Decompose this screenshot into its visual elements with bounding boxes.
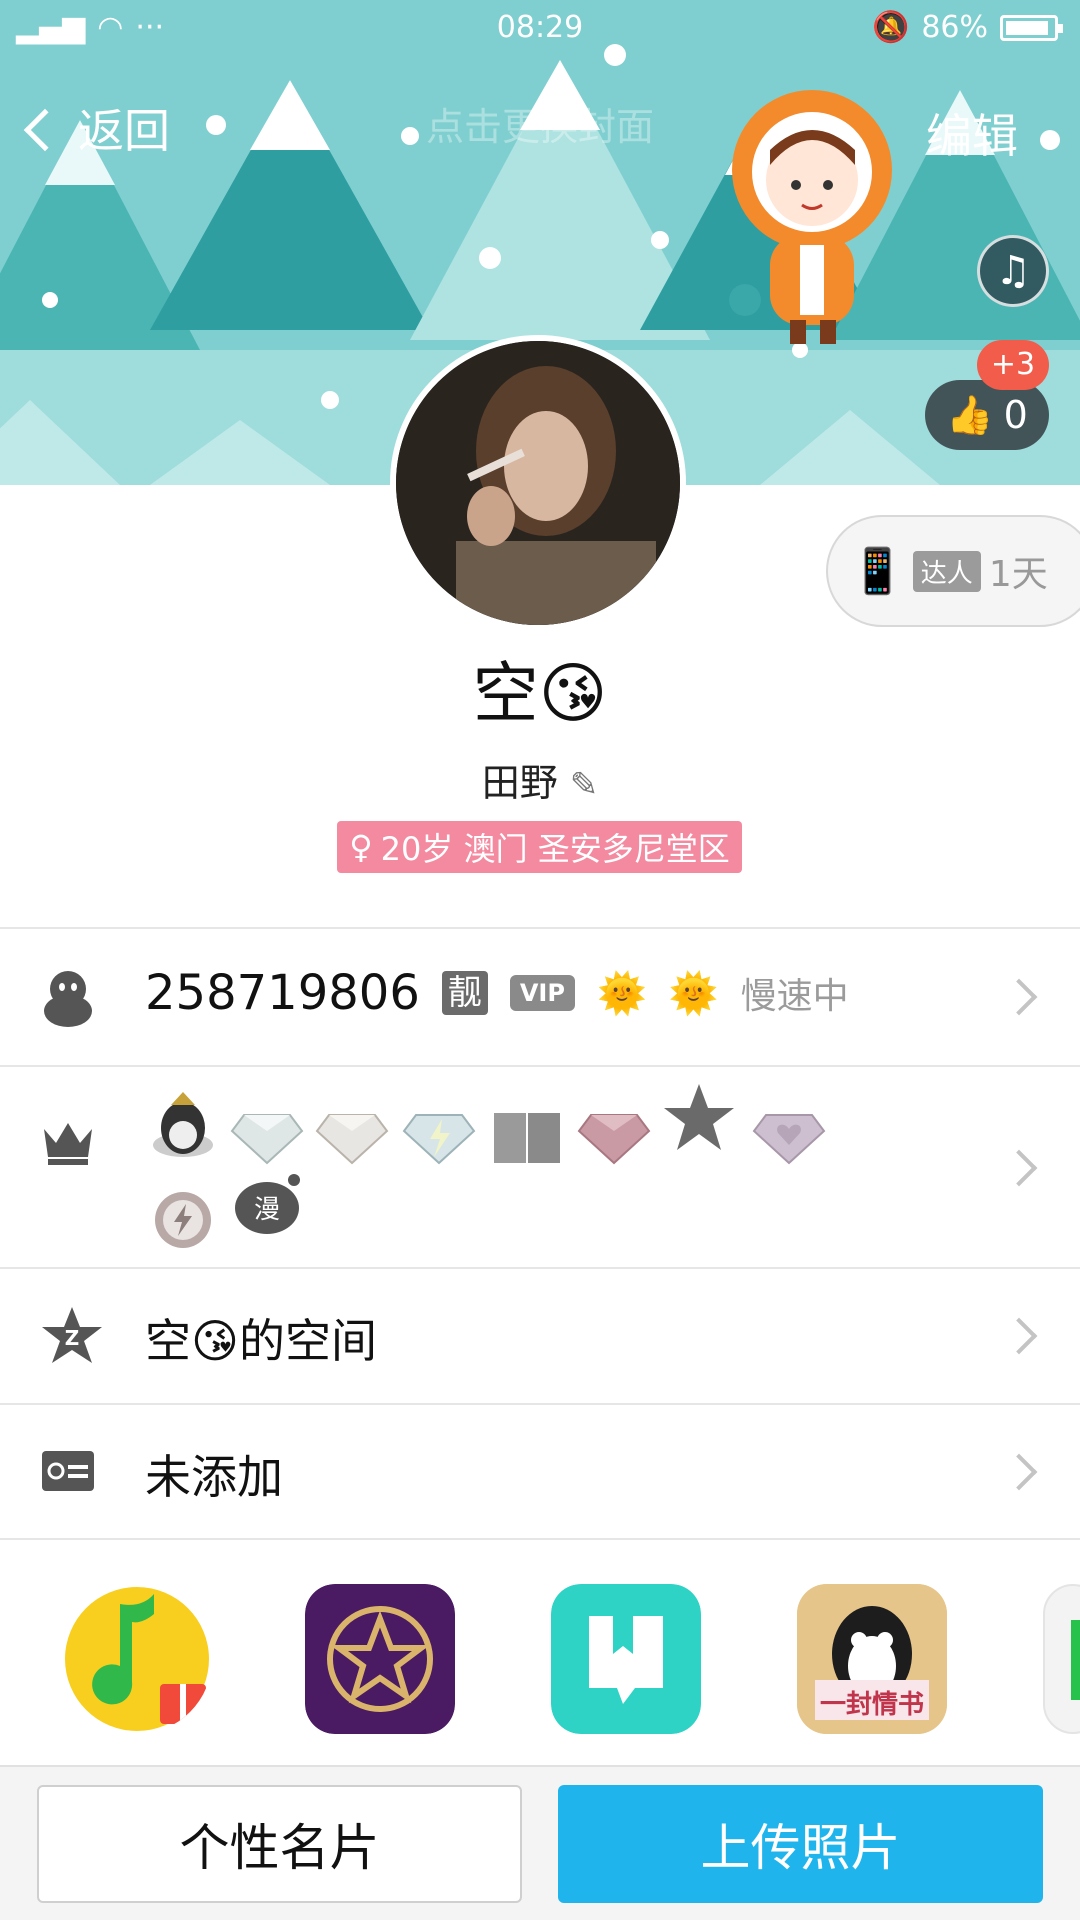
back-button[interactable]: 返回 <box>23 95 170 161</box>
lightning-diamond-badge-icon <box>402 1114 476 1165</box>
diamond-badge-icon <box>315 1114 389 1165</box>
remark-name[interactable]: 田野 ✎ <box>0 752 1080 807</box>
back-chevron-icon <box>23 108 67 152</box>
qq-penguin-badge-icon <box>153 1092 213 1157</box>
like-count: 0 <box>1003 393 1028 437</box>
battery-icon <box>1000 14 1063 41</box>
status-icons-right: 🔕 86% <box>871 10 1063 45</box>
remark-text: 田野 <box>481 761 558 805</box>
star-app-icon[interactable] <box>305 1584 455 1734</box>
qzone-row[interactable]: Z 空😘的空间 <box>0 1269 1080 1403</box>
talent-tag: 达人 <box>912 550 981 592</box>
gender-female-icon: ♀ <box>349 828 373 866</box>
upload-photo-button[interactable]: 上传照片 <box>558 1785 1043 1903</box>
card-label: 未添加 <box>145 1450 283 1504</box>
lightning-headphone-badge-icon <box>155 1192 211 1248</box>
pink-diamond-badge-icon <box>577 1114 651 1165</box>
like-increment-badge: +3 <box>977 340 1049 390</box>
love-letter-label: 一封情书 <box>819 1690 924 1720</box>
crown-icon <box>44 1123 92 1165</box>
edit-button[interactable]: 编辑 <box>926 100 1018 166</box>
qzone-star-icon: Z <box>42 1307 102 1363</box>
chevron-right-icon <box>1000 978 1038 1016</box>
reader-app-icon[interactable] <box>551 1584 701 1734</box>
speed-status: 慢速中 <box>740 976 849 1017</box>
sun-level-icon: 🌞 <box>668 970 719 1017</box>
avatar-photo <box>396 341 680 625</box>
star-badge-icon <box>664 1084 734 1150</box>
qq-number: 258719806 <box>145 965 420 1021</box>
qq-row-content: 258719806 靓 VIP 🌞 🌞 慢速中 <box>145 965 849 1021</box>
chevron-right-icon <box>1000 1453 1038 1491</box>
bottom-action-bar: 个性名片 上传照片 <box>0 1765 1080 1920</box>
edit-pencil-icon[interactable]: ✎ <box>570 765 599 805</box>
svg-text:漫: 漫 <box>254 1195 280 1225</box>
qq-music-app-icon[interactable] <box>62 1584 212 1734</box>
thumbs-up-icon: 👍 <box>946 392 994 437</box>
winged-phone-icon: 📱 <box>850 546 905 597</box>
manga-badge-icon: 漫 <box>235 1174 300 1234</box>
card-row[interactable]: 未添加 <box>0 1405 1080 1538</box>
profile-info-badge: ♀ 20岁 澳门 圣安多尼堂区 <box>337 821 742 873</box>
partial-app-icon[interactable] <box>1043 1584 1080 1734</box>
app-strip: 一封情书 <box>0 1540 1080 1765</box>
battery-percent: 86% <box>921 10 988 45</box>
qzone-label: 空😘的空间 <box>145 1314 377 1368</box>
id-card-icon <box>42 1451 94 1491</box>
status-bar: ▂▄▆ ◠ ··· 08:29 🔕 86% <box>0 0 1080 60</box>
nickname: 空😘 <box>472 655 608 732</box>
love-letter-app-icon[interactable]: 一封情书 <box>797 1584 947 1734</box>
profile-info-text: 20岁 澳门 圣安多尼堂区 <box>380 830 730 868</box>
purple-diamond-badge-icon <box>752 1114 826 1165</box>
chevron-right-icon <box>1000 1149 1038 1187</box>
talent-badge[interactable]: 📱 达人 1天 <box>826 515 1080 627</box>
talent-days: 1天 <box>988 554 1048 595</box>
vip-badge: VIP <box>509 975 575 1011</box>
book-badge-icon <box>494 1113 560 1163</box>
music-note-icon[interactable]: ♫ <box>977 235 1049 307</box>
chevron-right-icon <box>1000 1317 1038 1355</box>
profile-page: ▂▄▆ ◠ ··· 08:29 🔕 86% 返回 点击更换封面 编辑 ♫ 👍 0… <box>0 0 1080 1920</box>
alarm-off-icon: 🔕 <box>871 10 910 45</box>
back-label: 返回 <box>78 104 170 158</box>
diamond-badge-icon <box>230 1114 304 1165</box>
penguin-icon <box>44 971 92 1027</box>
avatar[interactable] <box>390 335 686 631</box>
like-button[interactable]: 👍 0 <box>925 380 1049 450</box>
sun-level-icon: 🌞 <box>596 970 647 1017</box>
personal-card-button[interactable]: 个性名片 <box>37 1785 522 1903</box>
pretty-number-tag: 靓 <box>441 971 488 1015</box>
qq-number-row[interactable]: 258719806 靓 VIP 🌞 🌞 慢速中 <box>0 929 1080 1065</box>
svg-text:Z: Z <box>65 1326 80 1350</box>
